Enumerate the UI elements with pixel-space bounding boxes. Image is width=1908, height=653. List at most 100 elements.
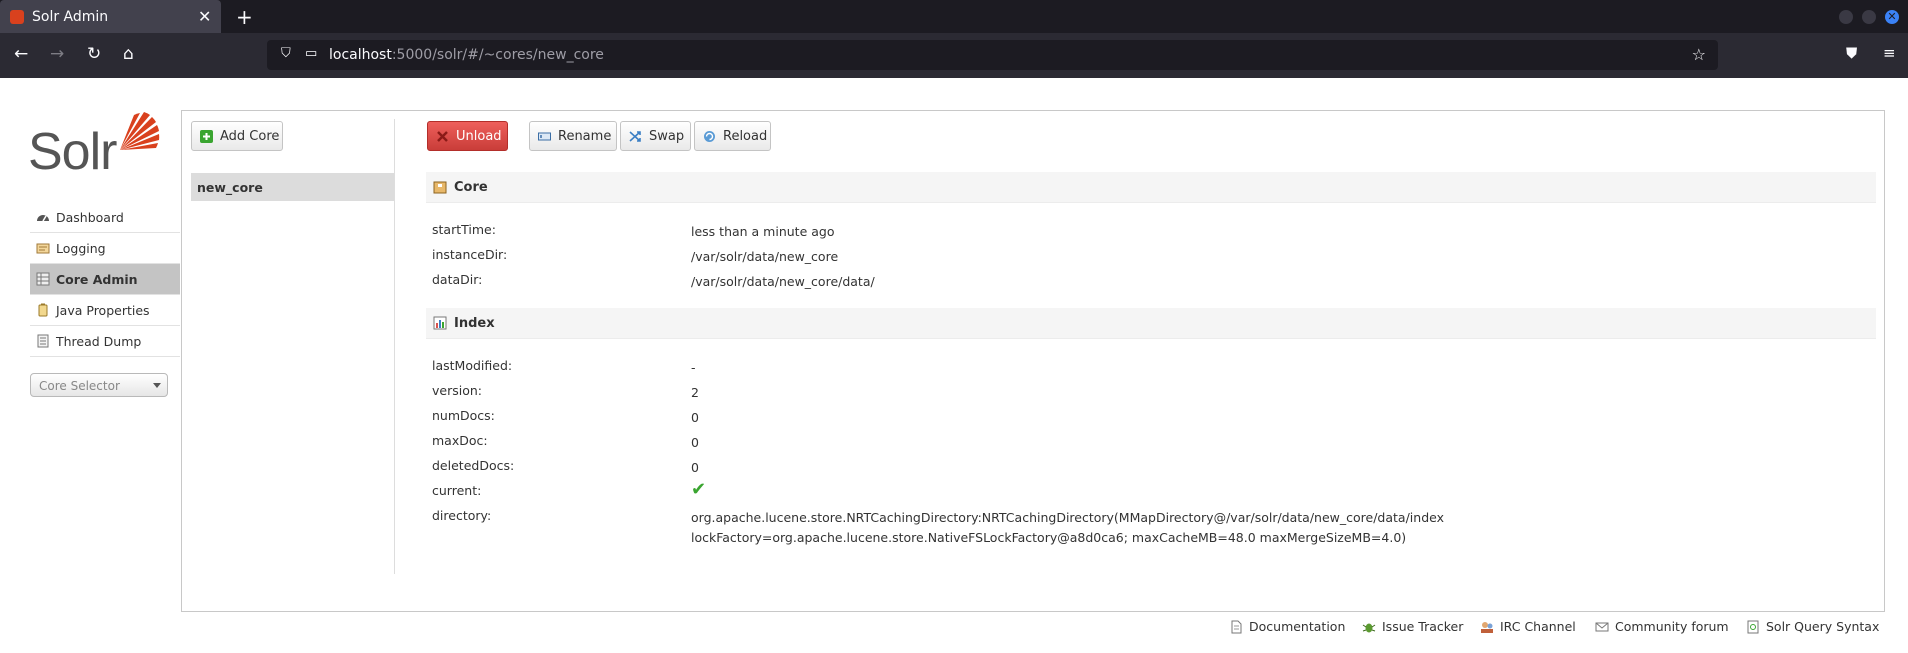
java-properties-icon (38, 303, 48, 317)
swap-button[interactable]: Swap (620, 121, 691, 151)
footer-link-label: Community forum (1615, 619, 1729, 634)
add-core-button[interactable]: Add Core (191, 121, 283, 151)
sidebar-nav: Dashboard Logging Core Admin Java Proper… (30, 202, 180, 357)
core-section-header: Core (426, 172, 1876, 203)
sidebar-item-java-properties[interactable]: Java Properties (30, 295, 180, 326)
property-key: dataDir: (432, 272, 483, 287)
checkmark-icon: ✔ (691, 479, 707, 500)
rename-button[interactable]: Rename (529, 121, 617, 151)
property-key: version: (432, 383, 482, 398)
shield-icon[interactable]: ⛉ (281, 46, 291, 61)
index-chart-icon (433, 316, 447, 330)
close-window-button[interactable]: ✕ (1885, 10, 1899, 24)
footer-link-label: Issue Tracker (1382, 619, 1464, 634)
mail-icon (1595, 622, 1609, 632)
property-key: numDocs: (432, 408, 495, 423)
column-divider (394, 119, 395, 574)
core-admin-icon (36, 272, 50, 286)
browser-tab[interactable]: Solr Admin ✕ (0, 0, 221, 33)
unload-button[interactable]: Unload (427, 121, 508, 151)
property-key: directory: (432, 508, 492, 523)
documentation-icon (1231, 620, 1242, 634)
solr-sun-icon (120, 112, 160, 150)
page-info-icon[interactable]: ▭ (305, 46, 317, 61)
add-core-label: Add Core (220, 129, 280, 144)
property-value: 0 (691, 410, 699, 425)
property-key: maxDoc: (432, 433, 488, 448)
core-box-icon (433, 181, 447, 194)
logging-icon (36, 243, 50, 254)
home-icon[interactable]: ⌂ (123, 44, 134, 64)
browser-nav-bar: ← → ↻ ⌂ ⛉ ▭ localhost:5000/solr/#/~cores… (0, 33, 1908, 78)
chevron-down-icon (153, 383, 161, 388)
new-tab-button[interactable]: + (236, 5, 253, 29)
core-list-item[interactable]: new_core (191, 173, 394, 201)
dashboard-icon (37, 215, 49, 222)
menu-icon[interactable]: ≡ (1883, 44, 1896, 62)
sidebar-item-thread-dump[interactable]: Thread Dump (30, 326, 180, 357)
property-value: 2 (691, 385, 699, 400)
swap-label: Swap (649, 129, 685, 144)
core-selector-placeholder: Core Selector (39, 379, 120, 393)
solr-logo[interactable]: Solr (28, 110, 160, 181)
property-value: less than a minute ago (691, 224, 835, 239)
property-key: deletedDocs: (432, 458, 515, 473)
property-value: 0 (691, 460, 699, 475)
footer-link-label: IRC Channel (1500, 619, 1576, 634)
sidebar-item-label: Java Properties (56, 303, 150, 318)
logo-text: Solr (28, 123, 117, 181)
footer-link-label: Solr Query Syntax (1766, 619, 1880, 634)
minimize-window-button[interactable] (1839, 10, 1853, 24)
pocket-icon[interactable]: ⛊ (1846, 44, 1857, 62)
property-key: instanceDir: (432, 247, 508, 262)
browser-tab-bar: Solr Admin ✕ + ✕ (0, 0, 1908, 33)
sidebar-item-label: Thread Dump (56, 334, 142, 349)
bookmark-star-icon[interactable]: ☆ (1692, 45, 1706, 64)
reload-icon (704, 131, 715, 142)
sidebar-item-label: Dashboard (56, 210, 124, 225)
thread-dump-icon (37, 334, 49, 348)
property-value: org.apache.lucene.store.NRTCachingDirect… (691, 510, 1444, 545)
core-list: new_core (191, 173, 394, 201)
url-text[interactable]: localhost:5000/solr/#/~cores/new_core (329, 47, 604, 63)
property-value: - (691, 360, 696, 375)
sidebar-item-dashboard[interactable]: Dashboard (30, 202, 180, 233)
core-admin-panel: Add Core new_core Unload Rename Swap Rel… (181, 110, 1885, 612)
reload-label: Reload (723, 129, 768, 144)
sidebar-item-logging[interactable]: Logging (30, 233, 180, 264)
property-key: current: (432, 483, 482, 498)
core-name: new_core (197, 180, 263, 195)
swap-icon (629, 131, 641, 142)
solr-favicon-icon (10, 10, 24, 24)
sidebar-item-label: Logging (56, 241, 106, 256)
reload-button[interactable]: Reload (694, 121, 771, 151)
unload-label: Unload (456, 129, 502, 144)
url-host: localhost (329, 47, 392, 63)
add-icon (200, 130, 213, 143)
property-key: lastModified: (432, 358, 513, 373)
sidebar-item-label: Core Admin (56, 272, 138, 287)
core-section-title: Core (454, 180, 488, 195)
query-syntax-icon (1747, 620, 1759, 634)
maximize-window-button[interactable] (1862, 10, 1876, 24)
footer-link-label: Documentation (1249, 619, 1346, 634)
unload-x-icon (437, 131, 448, 142)
bug-icon (1362, 623, 1376, 633)
irc-icon (1481, 622, 1493, 633)
sidebar-item-core-admin[interactable]: Core Admin (30, 264, 180, 295)
core-selector-dropdown[interactable]: Core Selector (30, 373, 168, 397)
rename-icon (538, 132, 551, 141)
tab-title: Solr Admin (32, 9, 109, 25)
index-section-header: Index (426, 308, 1876, 339)
forward-arrow-icon[interactable]: → (50, 44, 64, 64)
reload-icon[interactable]: ↻ (87, 44, 101, 64)
property-value: 0 (691, 435, 699, 450)
property-key: startTime: (432, 222, 496, 237)
back-arrow-icon[interactable]: ← (14, 44, 28, 64)
rename-label: Rename (558, 129, 612, 144)
tab-close-icon[interactable]: ✕ (198, 7, 211, 26)
url-bar[interactable]: ⛉ ▭ localhost:5000/solr/#/~cores/new_cor… (267, 40, 1718, 70)
property-value: /var/solr/data/new_core (691, 249, 839, 264)
url-path: :5000/solr/#/~cores/new_core (391, 47, 604, 63)
index-section-title: Index (454, 316, 495, 331)
